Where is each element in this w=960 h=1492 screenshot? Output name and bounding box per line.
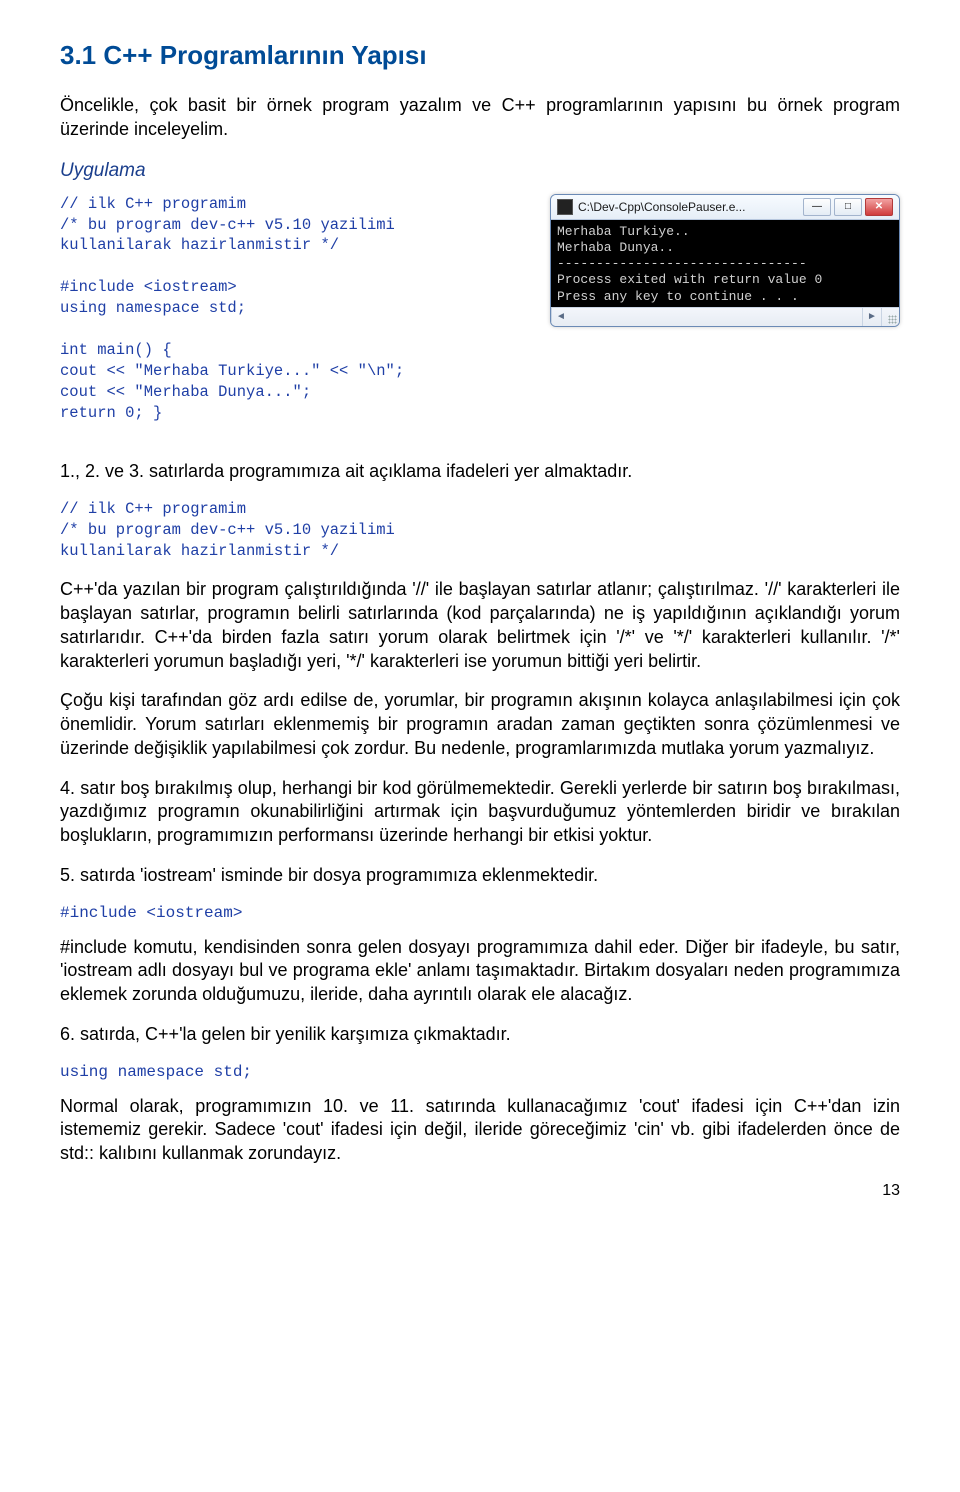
intro-paragraph: Öncelikle, çok basit bir örnek program y…: [60, 93, 900, 142]
console-window: C:\Dev-Cpp\ConsolePauser.e... — □ ✕ Merh…: [550, 194, 900, 327]
console-title-text: C:\Dev-Cpp\ConsolePauser.e...: [578, 200, 798, 214]
paragraph-5: 5. satırda 'iostream' isminde bir dosya …: [60, 864, 900, 888]
paragraph-4: 4. satır boş bırakılmış olup, herhangi b…: [60, 777, 900, 848]
code-inline-namespace: using namespace std;: [60, 1063, 900, 1081]
close-button[interactable]: ✕: [865, 198, 893, 216]
paragraph-1: 1., 2. ve 3. satırlarda programımıza ait…: [60, 460, 900, 484]
resize-grip[interactable]: [881, 308, 899, 326]
example-label: Uygulama: [60, 160, 900, 182]
code-block-1: // ilk C++ programim /* bu program dev-c…: [60, 194, 532, 424]
scroll-right-button[interactable]: ►: [862, 308, 881, 326]
maximize-button[interactable]: □: [834, 198, 862, 216]
scroll-track[interactable]: [570, 308, 862, 326]
code-block-2: // ilk C++ programim /* bu program dev-c…: [60, 499, 900, 562]
paragraph-6: #include komutu, kendisinden sonra gelen…: [60, 936, 900, 1007]
scroll-left-button[interactable]: ◄: [551, 308, 570, 326]
minimize-button[interactable]: —: [803, 198, 831, 216]
console-app-icon: [557, 199, 573, 215]
paragraph-3: Çoğu kişi tarafından göz ardı edilse de,…: [60, 689, 900, 760]
section-title: 3.1 C++ Programlarının Yapısı: [60, 40, 900, 71]
console-scrollbar[interactable]: ◄ ►: [551, 307, 899, 326]
paragraph-7: 6. satırda, C++'la gelen bir yenilik kar…: [60, 1023, 900, 1047]
paragraph-2: C++'da yazılan bir program çalıştırıldığ…: [60, 578, 900, 673]
code-inline-include: #include <iostream>: [60, 904, 900, 922]
console-titlebar[interactable]: C:\Dev-Cpp\ConsolePauser.e... — □ ✕: [551, 195, 899, 220]
console-output: Merhaba Turkiye.. Merhaba Dunya.. ------…: [551, 220, 899, 307]
paragraph-8: Normal olarak, programımızın 10. ve 11. …: [60, 1095, 900, 1166]
page-number: 13: [60, 1182, 900, 1200]
